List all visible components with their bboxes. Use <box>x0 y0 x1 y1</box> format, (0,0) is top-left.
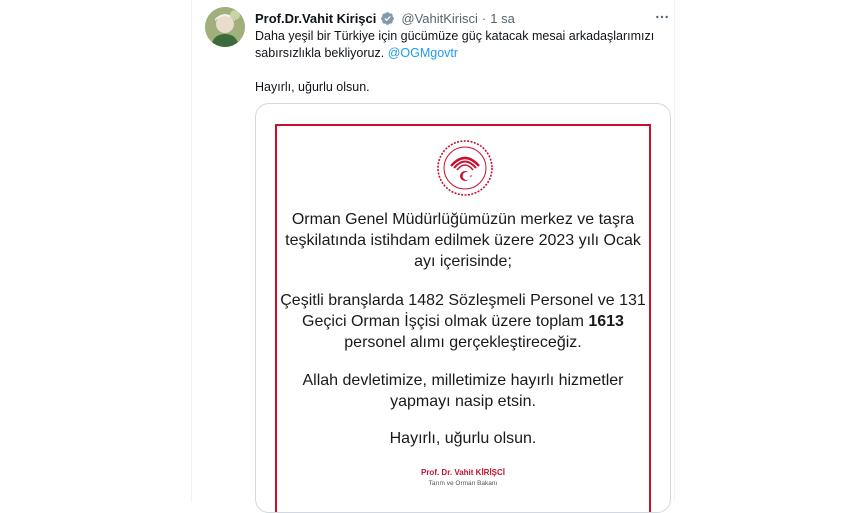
signature-name: Prof. Dr. Vahit KİRİŞCİ <box>277 468 649 477</box>
ministry-emblem-icon <box>437 140 493 196</box>
tweet-timestamp[interactable]: 1 sa <box>490 11 515 26</box>
tweet-text: Daha yeşil bir Türkiye için gücümüze güç… <box>255 28 665 96</box>
announcement-paragraph-3: Allah devletimize, milletimize hayırlı h… <box>302 372 624 410</box>
announcement-paragraph-1: Orman Genel Müdürlüğümüzün merkez ve taş… <box>285 211 641 270</box>
avatar-photo <box>205 7 245 47</box>
avatar[interactable] <box>205 7 245 47</box>
tweet-text-main: Daha yeşil bir Türkiye için gücümüze güç… <box>255 28 665 62</box>
signature-prefix: Prof. Dr. Vahit <box>420 468 476 477</box>
author-handle[interactable]: @VahitKirisci <box>401 11 478 26</box>
more-options-button[interactable] <box>650 8 674 26</box>
para2-tail: personel alımı gerçekleştireceğiz. <box>344 334 582 351</box>
signature-surname: KİRİŞCİ <box>475 468 506 477</box>
verified-badge-icon <box>381 11 395 25</box>
mention-link[interactable]: @OGMgovtr <box>388 46 458 60</box>
more-options-icon <box>656 15 668 19</box>
tweet-header: Prof.Dr.Vahit Kirişci @VahitKirisci · 1 … <box>255 9 515 27</box>
signature-title: Tarım ve Orman Bakanı <box>428 480 498 487</box>
announcement-paragraph-4: Hayırlı, uğurlu olsun. <box>389 430 537 447</box>
tweet-text-line2: Hayırlı, uğurlu olsun. <box>255 80 370 94</box>
author-name[interactable]: Prof.Dr.Vahit Kirişci <box>255 11 376 26</box>
announcement-poster: Orman Genel Müdürlüğümüzün merkez ve taş… <box>275 124 651 512</box>
tweet-media-image[interactable]: Orman Genel Müdürlüğümüzün merkez ve taş… <box>255 103 671 513</box>
separator-dot: · <box>481 10 487 26</box>
announcement-paragraph-2: Çeşitli branşlarda 1482 Sözleşmeli Perso… <box>277 290 649 353</box>
total-personnel-count: 1613 <box>588 313 624 330</box>
